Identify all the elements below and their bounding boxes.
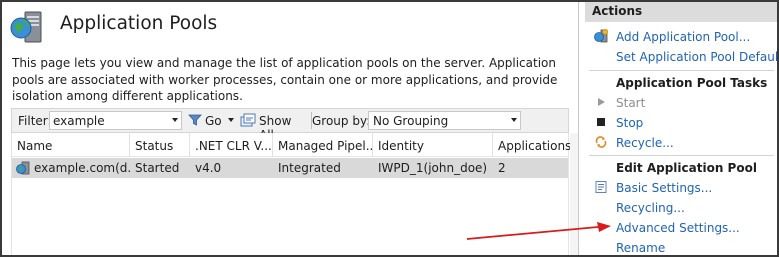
column-header-clr-version[interactable]: .NET CLR V... <box>190 133 273 157</box>
application-pool-tasks-heading: Application Pool Tasks <box>616 76 768 90</box>
group-by-value: No Grouping <box>373 114 449 128</box>
add-pool-icon <box>594 29 608 43</box>
start-link[interactable]: Start <box>616 96 645 110</box>
column-header-applications[interactable]: Applications <box>493 133 570 157</box>
column-header-pipeline[interactable]: Managed Pipel... <box>273 133 373 157</box>
application-pools-pane: Application Pools This page lets you vie… <box>2 2 578 255</box>
recycling-link[interactable]: Recycling... <box>616 201 685 215</box>
cell-name: example.com(d... <box>34 161 130 175</box>
show-all-button[interactable]: Show All <box>240 111 310 142</box>
stop-icon <box>597 118 605 126</box>
filter-label: Filter: <box>18 114 52 128</box>
actions-divider <box>589 70 774 71</box>
actions-divider <box>589 155 774 156</box>
pane-splitter[interactable] <box>578 2 579 255</box>
vertical-scrollbar[interactable] <box>570 133 578 255</box>
recycle-icon <box>595 136 607 148</box>
column-header-identity[interactable]: Identity <box>373 133 493 157</box>
page-title: Application Pools <box>60 13 218 34</box>
stop-link[interactable]: Stop <box>616 116 643 130</box>
go-label: Go <box>205 114 222 128</box>
filter-input-value: example <box>53 114 105 128</box>
page-description: This page lets you view and manage the l… <box>12 56 558 103</box>
show-all-icon <box>240 113 256 127</box>
chevron-down-icon[interactable] <box>511 118 517 122</box>
go-button[interactable]: Go <box>186 111 236 130</box>
cell-pipeline: Integrated <box>278 161 341 175</box>
set-application-pool-defaults-link[interactable]: Set Application Pool Defaults... <box>616 50 777 64</box>
column-header-status[interactable]: Status <box>130 133 190 157</box>
rename-link[interactable]: Rename <box>616 241 665 255</box>
basic-settings-link[interactable]: Basic Settings... <box>616 181 712 195</box>
column-header-name[interactable]: Name <box>12 133 130 157</box>
settings-icon <box>595 181 607 193</box>
filter-funnel-icon <box>188 114 202 126</box>
chevron-down-icon[interactable] <box>172 118 178 122</box>
cell-status: Started <box>135 161 180 175</box>
grid-header: Name Status .NET CLR V... Managed Pipel.… <box>12 133 570 157</box>
actions-header: Actions <box>585 2 777 22</box>
iis-manager-window: Application Pools This page lets you vie… <box>2 2 777 255</box>
edit-application-pool-heading: Edit Application Pool <box>616 161 757 175</box>
play-icon <box>598 98 605 106</box>
recycle-link[interactable]: Recycle... <box>616 136 674 150</box>
advanced-settings-link[interactable]: Advanced Settings... <box>616 221 740 235</box>
cell-applications: 2 <box>498 161 506 175</box>
app-pools-icon <box>10 11 42 43</box>
app-pool-row-icon <box>16 161 30 175</box>
table-row[interactable]: example.com(d... Started v4.0 Integrated… <box>12 158 568 178</box>
application-pools-grid: Name Status .NET CLR V... Managed Pipel.… <box>11 133 570 255</box>
group-by-label: Group by: <box>312 114 371 128</box>
cell-clr-version: v4.0 <box>195 161 222 175</box>
add-application-pool-link[interactable]: Add Application Pool... <box>616 30 750 44</box>
filter-toolbar: Filter: example Go Show All <box>11 108 569 142</box>
go-dropdown-icon[interactable] <box>228 118 234 122</box>
actions-pane: Actions Add Application Pool... Set Appl… <box>585 2 777 255</box>
filter-input[interactable]: example <box>49 111 182 130</box>
cell-identity: IWPD_1(john_doe) <box>378 161 488 175</box>
group-by-select[interactable]: No Grouping <box>368 111 521 130</box>
